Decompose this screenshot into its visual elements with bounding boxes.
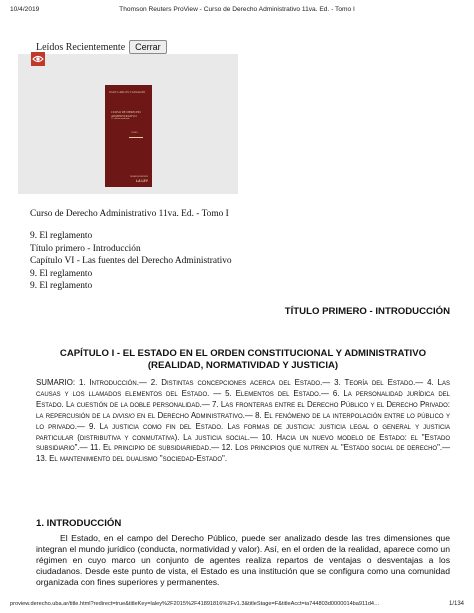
cover-volume: TOMO I bbox=[131, 132, 139, 134]
cover-publisher: LA LEY bbox=[136, 179, 148, 183]
summary: SUMARIO: 1. Introducción.— 2. Distintas … bbox=[36, 378, 451, 464]
breadcrumb-item[interactable]: Título primero - Introducción bbox=[30, 243, 232, 255]
cover-author: JUAN CARLOS CASSAGNE bbox=[109, 91, 146, 94]
cover-edition: 11ª edición actualizada bbox=[111, 118, 130, 121]
print-page-title: Thomson Reuters ProView - Curso de Derec… bbox=[119, 6, 355, 13]
summary-link-13[interactable]: 13. El mantenimiento del dualismo "socie… bbox=[36, 454, 227, 463]
breadcrumb-item[interactable]: Capítulo VI - Las fuentes del Derecho Ad… bbox=[30, 255, 232, 267]
print-header: 10/4/2019 Thomson Reuters ProView - Curs… bbox=[10, 6, 464, 18]
summary-link-2[interactable]: 2. Distintas concepciones acerca del Est… bbox=[151, 378, 320, 387]
summary-link-12[interactable]: 12. Los principios que nutren al "Estado… bbox=[222, 443, 440, 452]
intro-paragraph: El Estado, en el campo del Derecho Públi… bbox=[36, 533, 450, 588]
breadcrumb-item[interactable]: 9. El reglamento bbox=[30, 280, 232, 292]
chapter-title: CAPÍTULO I - EL ESTADO EN EL ORDEN CONST… bbox=[59, 348, 427, 371]
cover-title: CURSO DE DERECHO ADMINISTRATIVO 11ª edic… bbox=[111, 110, 148, 122]
summary-label: SUMARIO: bbox=[36, 378, 79, 387]
recent-reads-bar: Leídos Recientemente Cerrar bbox=[36, 40, 167, 54]
breadcrumb: Curso de Derecho Administrativo 11va. Ed… bbox=[30, 208, 232, 292]
summary-link-3[interactable]: 3. Teoría del Estado bbox=[334, 378, 413, 387]
cover-divider bbox=[129, 137, 143, 138]
summary-link-7-italic[interactable]: divisio bbox=[113, 411, 135, 420]
book-title: Curso de Derecho Administrativo 11va. Ed… bbox=[30, 209, 229, 219]
eye-icon[interactable] bbox=[31, 52, 45, 66]
intro-heading: 1. INTRODUCCIÓN bbox=[36, 518, 122, 529]
print-url: proview.derecho.uba.ar/title.html?redire… bbox=[10, 601, 380, 607]
summary-link-5[interactable]: 5. Elementos del Estado bbox=[225, 389, 319, 398]
close-button[interactable]: Cerrar bbox=[129, 40, 167, 54]
book-cover[interactable]: JUAN CARLOS CASSAGNE CURSO DE DERECHO AD… bbox=[105, 85, 152, 187]
cover-publisher-small: THOMSON REUTERS bbox=[129, 176, 148, 178]
summary-link-11[interactable]: 11. El principio de subsidiariedad bbox=[90, 443, 209, 452]
page-number: 1/134 bbox=[448, 601, 464, 607]
recent-reads-label: Leídos Recientemente bbox=[36, 41, 126, 53]
breadcrumb-item[interactable]: 9. El reglamento bbox=[30, 230, 232, 242]
breadcrumb-item[interactable]: 9. El reglamento bbox=[30, 268, 232, 280]
summary-link-1[interactable]: 1. Introducción bbox=[79, 378, 137, 387]
summary-link-7b[interactable]: en el Derecho Administrativo bbox=[135, 411, 243, 420]
section-title: TÍTULO PRIMERO - INTRODUCCIÓN bbox=[284, 306, 450, 317]
